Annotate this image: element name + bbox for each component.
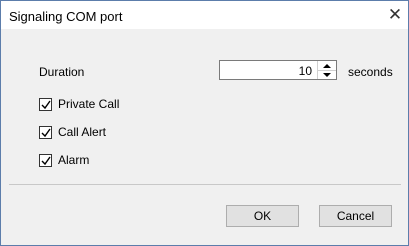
cancel-button[interactable]: Cancel (319, 205, 392, 227)
ok-button[interactable]: OK (226, 205, 299, 227)
spin-buttons (317, 61, 336, 79)
spin-down-button[interactable] (318, 70, 336, 79)
dialog-body: Duration 10 seconds Private Call Call Al… (1, 29, 408, 245)
call-alert-checkbox[interactable] (39, 125, 52, 139)
duration-unit-label: seconds (348, 65, 393, 79)
checkmark-icon (41, 156, 51, 165)
divider (9, 184, 401, 185)
title-bar: Signaling COM port ✕ (1, 1, 408, 29)
duration-label: Duration (39, 65, 85, 79)
checkmark-icon (41, 128, 51, 137)
private-call-label: Private Call (58, 97, 120, 111)
arrow-down-icon (323, 72, 331, 77)
alarm-checkbox[interactable] (39, 153, 52, 167)
private-call-option[interactable]: Private Call (39, 96, 119, 112)
dialog-window: Signaling COM port ✕ Duration 10 seconds… (0, 0, 409, 246)
duration-spinbox[interactable]: 10 (219, 60, 337, 80)
duration-value[interactable]: 10 (299, 64, 312, 78)
arrow-up-icon (323, 63, 331, 68)
private-call-checkbox[interactable] (39, 97, 52, 111)
call-alert-option[interactable]: Call Alert (39, 124, 106, 140)
close-icon[interactable]: ✕ (385, 5, 405, 25)
alarm-option[interactable]: Alarm (39, 152, 89, 168)
checkmark-icon (41, 100, 51, 109)
alarm-label: Alarm (58, 153, 90, 167)
call-alert-label: Call Alert (58, 125, 107, 139)
window-title: Signaling COM port (9, 9, 123, 24)
